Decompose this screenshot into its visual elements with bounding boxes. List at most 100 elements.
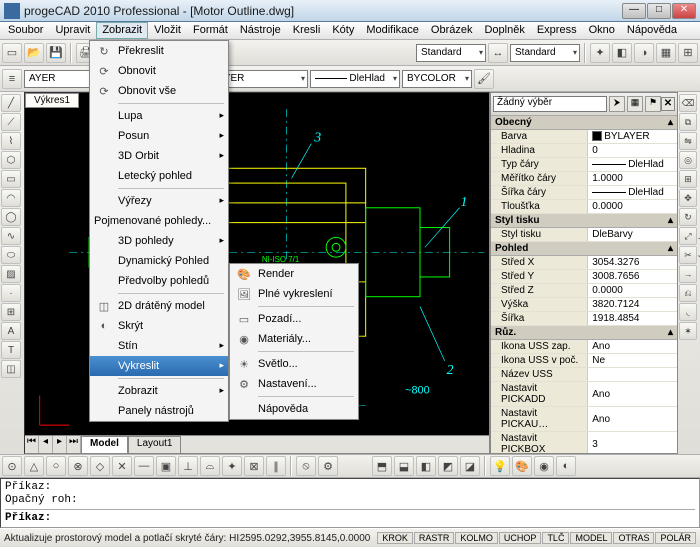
circle-icon[interactable]: ◯: [1, 208, 21, 226]
prop-value[interactable]: Ne: [588, 354, 677, 368]
open-icon[interactable]: 📂: [24, 43, 44, 63]
render2-icon[interactable]: 🎨: [512, 456, 532, 476]
props-close-icon[interactable]: ✕: [661, 97, 675, 111]
prop-value[interactable]: DleBarvy: [588, 228, 677, 242]
snap-ins-icon[interactable]: ▣: [156, 456, 176, 476]
snap-par-icon[interactable]: ∥: [266, 456, 286, 476]
lineweight-dropdown[interactable]: DleHlad: [310, 70, 400, 88]
zmenu-lupa[interactable]: Lupa: [90, 106, 228, 126]
tool-c-icon[interactable]: ◑: [634, 43, 654, 63]
prop-value[interactable]: [588, 368, 677, 382]
view-iso2-icon[interactable]: ◪: [460, 456, 480, 476]
material-icon[interactable]: ◉: [534, 456, 554, 476]
style2-dropdown[interactable]: Standard: [510, 44, 580, 62]
zmenu-skr-t[interactable]: ◐Skrýt: [90, 316, 228, 336]
prop-value[interactable]: 3008.7656: [588, 270, 677, 284]
zmenu-3d-pohledy[interactable]: 3D pohledy: [90, 231, 228, 251]
rmenu-nastaven-[interactable]: ⚙Nastavení...: [230, 374, 358, 394]
line-icon[interactable]: ╱: [1, 94, 21, 112]
status-krok[interactable]: KROK: [377, 532, 413, 544]
style1-dropdown[interactable]: Standard: [416, 44, 486, 62]
zmenu-pojmenovan-pohledy-[interactable]: Pojmenované pohledy...: [90, 211, 228, 231]
dim-icon[interactable]: ↔: [488, 43, 508, 63]
array-icon[interactable]: ⊞: [679, 170, 697, 188]
hatch-icon[interactable]: ▨: [1, 265, 21, 283]
rotate-icon[interactable]: ↻: [679, 208, 697, 226]
close-button[interactable]: ✕: [672, 3, 696, 19]
new-icon[interactable]: ▭: [2, 43, 22, 63]
menu-kóty[interactable]: Kóty: [326, 22, 360, 39]
snap-int-icon[interactable]: ✕: [112, 456, 132, 476]
status-otras[interactable]: OTRAS: [613, 532, 654, 544]
prop-row[interactable]: Šířka čáryDleHlad: [491, 186, 677, 200]
prop-row[interactable]: Styl tiskuDleBarvy: [491, 228, 677, 242]
prop-row[interactable]: Výška3820.7124: [491, 298, 677, 312]
snap-ext-icon[interactable]: —: [134, 456, 154, 476]
rmenu-materi-ly-[interactable]: ◉Materiály...: [230, 329, 358, 349]
rectangle-icon[interactable]: ▭: [1, 170, 21, 188]
zmenu-zobrazit[interactable]: Zobrazit: [90, 381, 228, 401]
minimize-button[interactable]: —: [622, 3, 646, 19]
tool-a-icon[interactable]: ✦: [590, 43, 610, 63]
trim-icon[interactable]: ✂: [679, 246, 697, 264]
rmenu-sv-tlo-[interactable]: ☀Světlo...: [230, 354, 358, 374]
prop-group-Obecný[interactable]: Obecný ▴: [491, 116, 677, 130]
view-front-icon[interactable]: ⬓: [394, 456, 414, 476]
view-iso-icon[interactable]: ◩: [438, 456, 458, 476]
snap-node-icon[interactable]: ⊗: [68, 456, 88, 476]
prop-value[interactable]: Ano: [588, 382, 677, 407]
zmenu-2d-dr-t-n-model[interactable]: ◫2D drátěný model: [90, 296, 228, 316]
status-uchop[interactable]: UCHOP: [499, 532, 542, 544]
prop-value[interactable]: Ano: [588, 340, 677, 354]
status-polár[interactable]: POLÁR: [655, 532, 696, 544]
ellipse-icon[interactable]: ⬭: [1, 246, 21, 264]
shade-icon[interactable]: ◐: [556, 456, 576, 476]
tab-prev-icon[interactable]: ◂: [39, 436, 53, 453]
tab-next-icon[interactable]: ▸: [53, 436, 67, 453]
menu-upravit[interactable]: Upravit: [49, 22, 96, 39]
menu-formát[interactable]: Formát: [187, 22, 234, 39]
light-icon[interactable]: 💡: [490, 456, 510, 476]
view-top-icon[interactable]: ⬒: [372, 456, 392, 476]
maximize-button[interactable]: □: [647, 3, 671, 19]
tool-d-icon[interactable]: ▦: [656, 43, 676, 63]
status-tlč[interactable]: TLČ: [542, 532, 569, 544]
prop-value[interactable]: 3820.7124: [588, 298, 677, 312]
menu-obrázek[interactable]: Obrázek: [425, 22, 479, 39]
tab-first-icon[interactable]: ⏮: [25, 436, 39, 453]
menu-nástroje[interactable]: Nástroje: [234, 22, 287, 39]
menu-modifikace[interactable]: Modifikace: [360, 22, 425, 39]
prop-value[interactable]: 1.0000: [588, 172, 677, 186]
zmenu-leteck-pohled[interactable]: Letecký pohled: [90, 166, 228, 186]
polygon-icon[interactable]: ⬡: [1, 151, 21, 169]
snap-mid-icon[interactable]: △: [24, 456, 44, 476]
explode-icon[interactable]: ✶: [679, 322, 697, 340]
prop-row[interactable]: Ikona USS zap.Ano: [491, 340, 677, 354]
prop-row[interactable]: Šířka1918.4854: [491, 312, 677, 326]
prop-row[interactable]: Střed Y3008.7656: [491, 270, 677, 284]
tab-last-icon[interactable]: ⏭: [67, 436, 81, 453]
prop-row[interactable]: Měřítko čáry1.0000: [491, 172, 677, 186]
prop-row[interactable]: Střed X3054.3276: [491, 256, 677, 270]
prop-row[interactable]: Typ čáryDleHlad: [491, 158, 677, 172]
color-dropdown[interactable]: BYCOLOR: [402, 70, 472, 88]
menu-kresli[interactable]: Kresli: [287, 22, 327, 39]
view-side-icon[interactable]: ◧: [416, 456, 436, 476]
menu-nápověda[interactable]: Nápověda: [621, 22, 683, 39]
polyline-icon[interactable]: ⌇: [1, 132, 21, 150]
rmenu-render[interactable]: 🎨Render: [230, 264, 358, 284]
rmenu-n-pov-da[interactable]: Nápověda: [230, 399, 358, 419]
pickadd-icon[interactable]: ⮞: [609, 96, 625, 112]
menu-okno[interactable]: Okno: [583, 22, 621, 39]
snap-tan-icon[interactable]: ⌓: [200, 456, 220, 476]
prop-value[interactable]: Ano: [588, 407, 677, 432]
scale-icon[interactable]: ⤢: [679, 227, 697, 245]
snap-quad-icon[interactable]: ◇: [90, 456, 110, 476]
zmenu-obnovit-v-e[interactable]: ⟳Obnovit vše: [90, 81, 228, 101]
status-model[interactable]: MODEL: [570, 532, 612, 544]
rmenu-pln-vykreslen-[interactable]: 🖼Plné vykreslení: [230, 284, 358, 304]
osnap-off-icon[interactable]: ⦸: [296, 456, 316, 476]
snap-near-icon[interactable]: ✦: [222, 456, 242, 476]
quick-select-icon[interactable]: ⚑: [645, 96, 661, 112]
menu-express[interactable]: Express: [531, 22, 583, 39]
